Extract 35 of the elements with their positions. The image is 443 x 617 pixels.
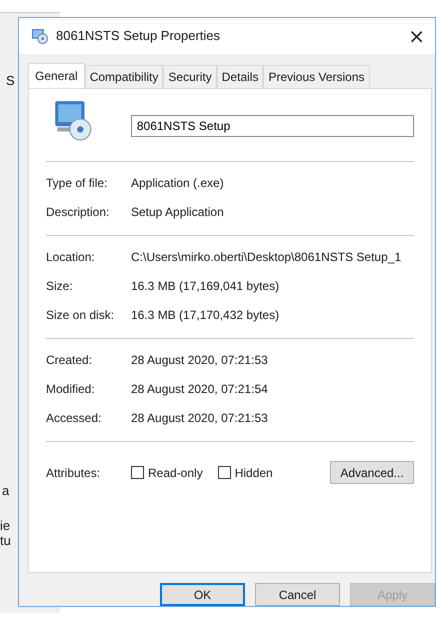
tab[interactable]: Details: [216, 64, 264, 88]
field-value: 16.3 MB (17,170,432 bytes): [131, 308, 280, 322]
background-text: a: [2, 483, 10, 498]
checkbox[interactable]: Read-only: [131, 466, 203, 480]
setup-icon: [31, 27, 48, 44]
field-value: Setup Application: [131, 204, 225, 219]
field-value: 28 August 2020, 07:21:53: [131, 352, 269, 367]
background-text: tu: [0, 533, 11, 548]
file-name-field[interactable]: 8061NSTS Setup: [130, 114, 414, 137]
field-label: Attributes:: [46, 466, 102, 480]
field-label: Size:: [46, 278, 74, 293]
field-value: 16.3 MB (17,169,041 bytes): [131, 278, 280, 293]
dialog-button[interactable]: Cancel: [255, 583, 340, 606]
field-label: Accessed:: [46, 410, 102, 425]
background-text: ie: [0, 518, 10, 533]
field-label: Size on disk:: [46, 308, 116, 322]
tab[interactable]: Compatibility: [84, 64, 164, 88]
window-title: 8061NSTS Setup Properties: [56, 28, 222, 44]
checkbox[interactable]: Hidden: [218, 466, 273, 480]
field-value: C:\Users\mirko.oberti\Desktop\8061NSTS Setup_1: [131, 250, 402, 264]
advanced-button[interactable]: Advanced...: [330, 461, 414, 484]
field-label: Modified:: [46, 382, 96, 396]
tab[interactable]: General: [28, 62, 85, 88]
tab[interactable]: Previous Versions: [263, 64, 370, 88]
field-label: Location:: [46, 250, 96, 264]
dialog-button[interactable]: OK: [160, 583, 245, 606]
field-label: Created:: [46, 352, 94, 367]
field-label: Type of file:: [46, 176, 108, 190]
background-text: S: [6, 73, 15, 88]
field-value: 28 August 2020, 07:21:54: [131, 382, 269, 396]
close-button[interactable]: ×: [398, 24, 435, 48]
field-value: Application (.exe): [131, 176, 225, 190]
field-value: 28 August 2020, 07:21:53: [131, 410, 269, 425]
tab[interactable]: Security: [163, 64, 217, 88]
field-label: Description:: [46, 204, 110, 219]
